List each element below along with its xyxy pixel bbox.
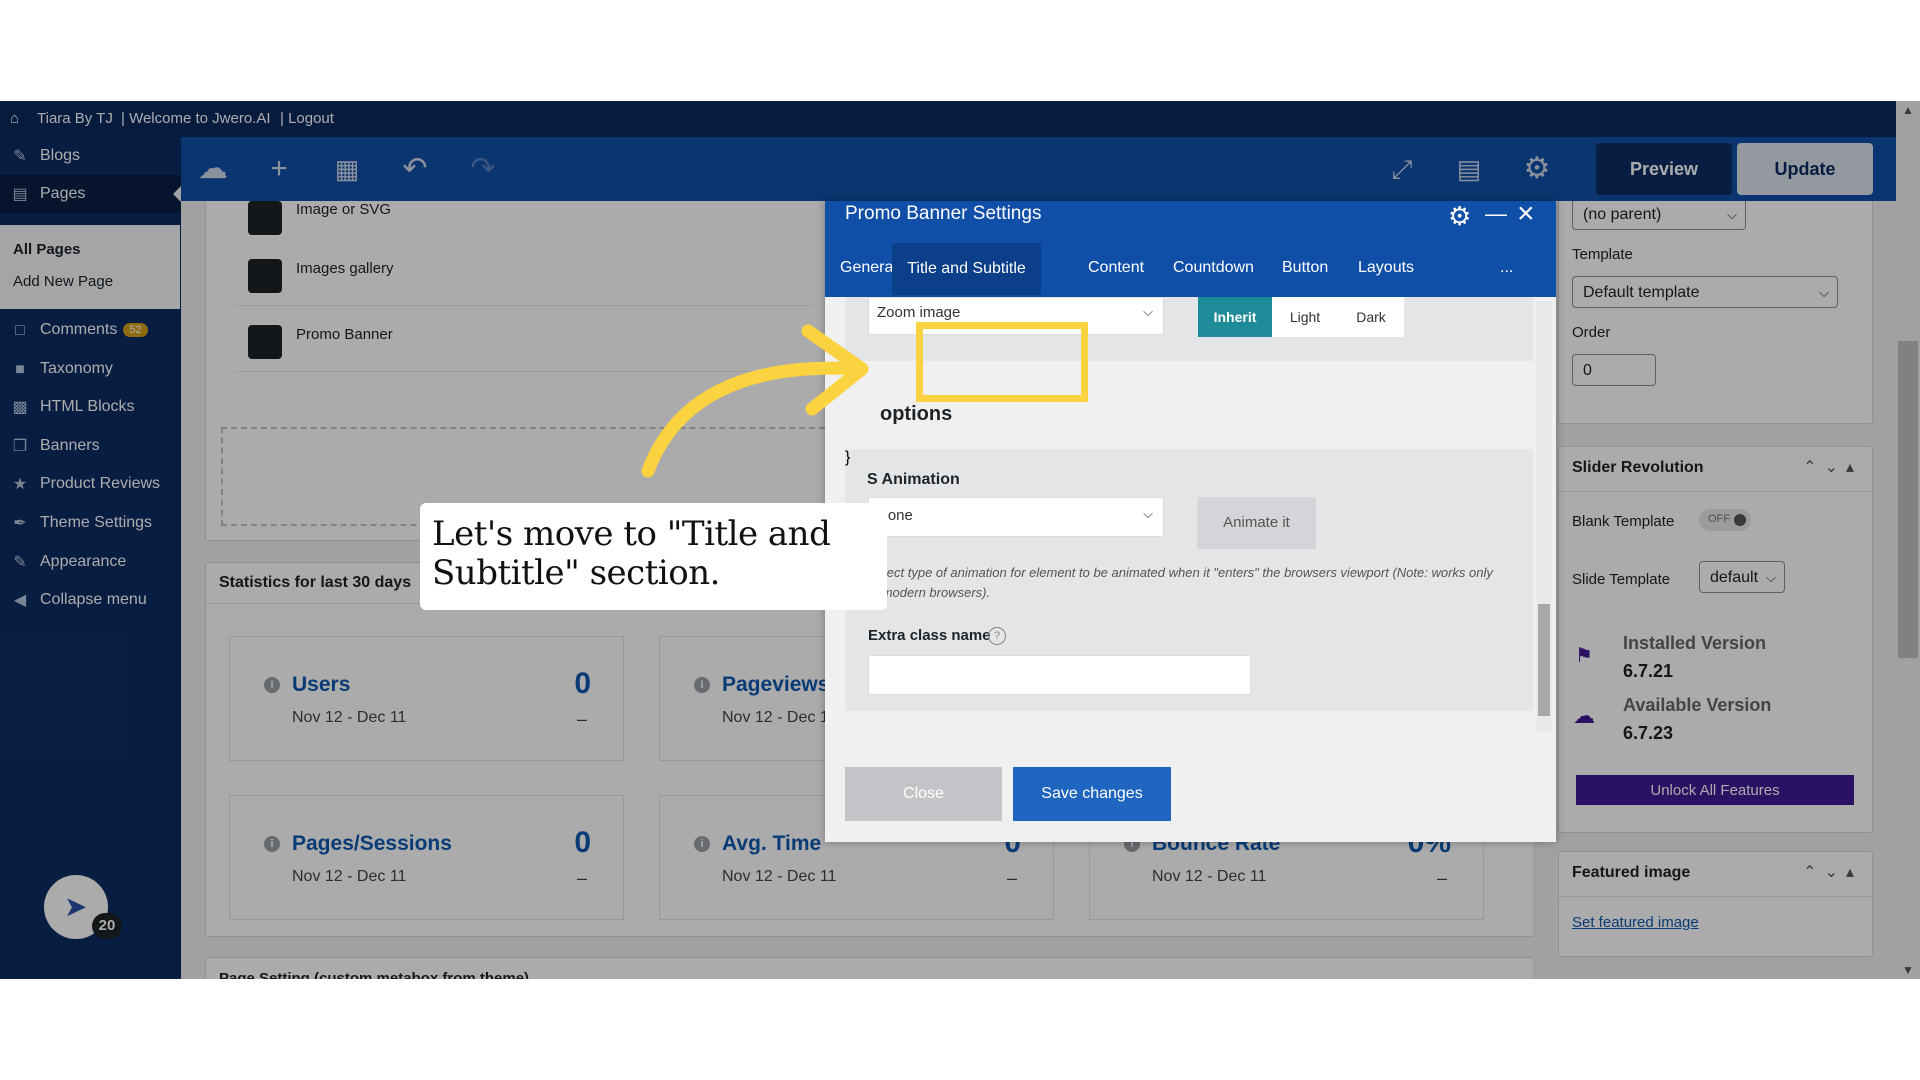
close-button[interactable]: Close	[845, 767, 1002, 821]
help-icon[interactable]: ?	[988, 627, 1006, 645]
promo-banner-settings-modal: Promo Banner Settings ⚙ — × General Titl…	[825, 197, 1556, 842]
animation-help-text: Select type of animation for element to …	[868, 565, 1493, 600]
tab-highlight-frame	[916, 322, 1088, 402]
close-icon[interactable]: ×	[1517, 197, 1535, 231]
scheme-dark-button[interactable]: Dark	[1338, 297, 1404, 337]
tab-content[interactable]: Content	[1088, 259, 1144, 277]
animation-section: S Animation None ⌵ Animate it Select typ…	[845, 449, 1533, 711]
tab-general[interactable]: General	[840, 259, 897, 277]
minimize-icon[interactable]: —	[1485, 201, 1507, 227]
tutorial-callout: Let's move to "Title and Subtitle" secti…	[420, 503, 887, 610]
scheme-light-button[interactable]: Light	[1272, 297, 1338, 337]
animation-select[interactable]: None ⌵	[868, 497, 1164, 537]
tab-countdown[interactable]: Countdown	[1173, 259, 1254, 277]
hover-effect-value: Zoom image	[877, 304, 961, 321]
pointer-arrow	[641, 324, 869, 478]
app-window: ⌂ Tiara By TJ | Welcome to Jwero.AI | Lo…	[0, 101, 1920, 979]
animate-it-button[interactable]: Animate it	[1197, 497, 1316, 549]
modal-scrollbar[interactable]	[1536, 301, 1552, 731]
callout-text: Let's move to "Title and Subtitle" secti…	[432, 514, 831, 593]
section-title: options	[880, 403, 953, 425]
extra-class-label: Extra class name	[868, 627, 991, 644]
gear-icon[interactable]: ⚙	[1448, 201, 1471, 232]
chevron-down-icon: ⌵	[1143, 506, 1153, 521]
tab-button[interactable]: Button	[1282, 259, 1328, 277]
modal-scrollbar-thumb[interactable]	[1538, 604, 1550, 716]
modal-title: Promo Banner Settings	[845, 203, 1042, 224]
more-tabs-icon[interactable]: ...	[1500, 259, 1513, 277]
tab-title-and-subtitle[interactable]: Title and Subtitle	[892, 243, 1041, 295]
chevron-down-icon: ⌵	[1143, 304, 1153, 319]
scheme-inherit-button[interactable]: Inherit	[1198, 297, 1272, 337]
tab-layouts[interactable]: Layouts	[1358, 259, 1414, 277]
save-changes-button[interactable]: Save changes	[1013, 767, 1171, 821]
extra-class-input[interactable]	[868, 655, 1251, 695]
modal-header: Promo Banner Settings ⚙ — × General Titl…	[825, 197, 1556, 297]
animation-label: S Animation	[867, 471, 960, 488]
